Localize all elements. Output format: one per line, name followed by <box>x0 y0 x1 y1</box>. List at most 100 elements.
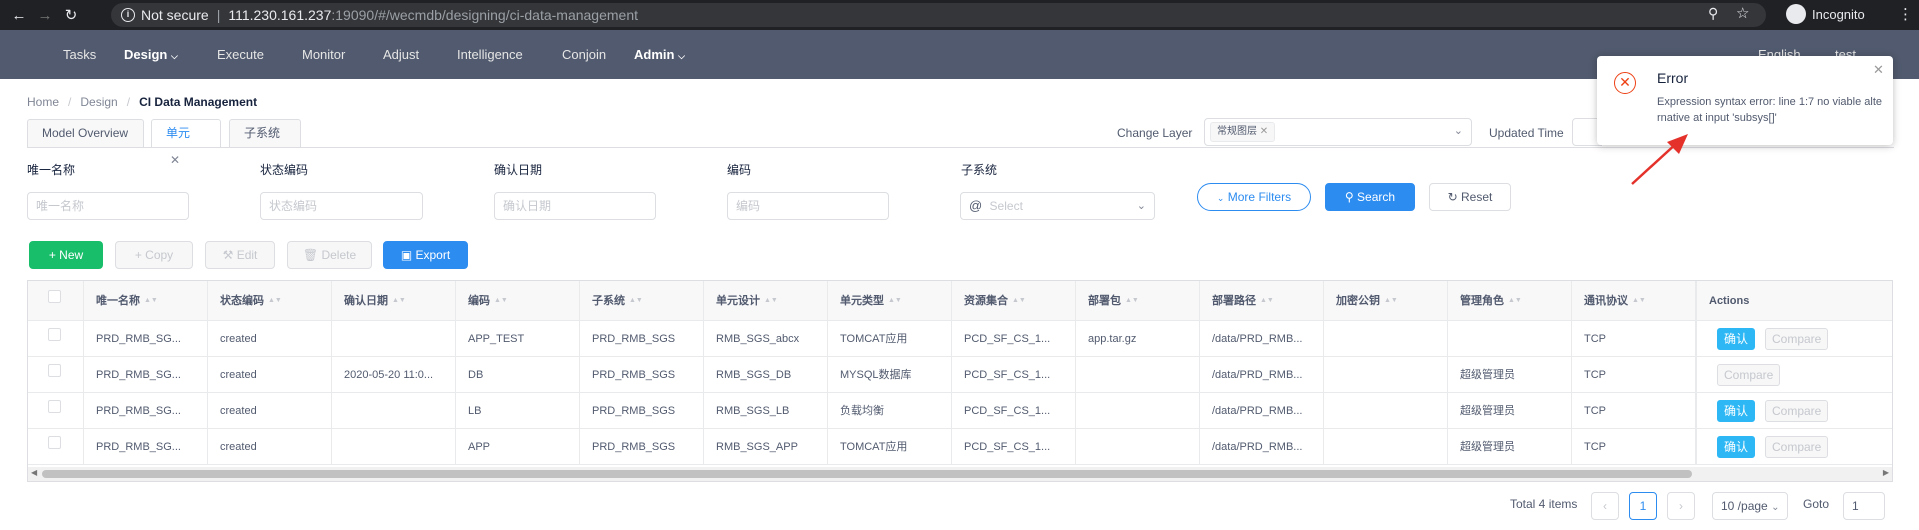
table-cell: MYSQL数据库 <box>828 357 952 393</box>
nav-admin[interactable]: Admin ⌵ <box>634 47 685 62</box>
select-all-checkbox[interactable] <box>48 290 61 303</box>
sort-icon: ▲▼ <box>1632 297 1646 305</box>
next-page-button[interactable]: › <box>1667 492 1695 520</box>
table-cell: /data/PRD_RMB... <box>1200 321 1324 357</box>
back-icon[interactable]: ← <box>8 4 30 26</box>
reload-icon[interactable]: ↻ <box>60 4 82 26</box>
nav-design[interactable]: Design ⌵ <box>124 47 178 62</box>
page-number[interactable]: 1 <box>1629 492 1657 520</box>
search-button[interactable]: ⚲ Search <box>1325 183 1415 211</box>
column-header[interactable]: 子系统 ▲▼ <box>580 281 704 321</box>
tab-subsystem[interactable]: 子系统 <box>229 119 301 147</box>
column-header[interactable]: 部署路径 ▲▼ <box>1200 281 1324 321</box>
tab-model-overview[interactable]: Model Overview <box>27 119 144 147</box>
column-header[interactable]: 状态编码 ▲▼ <box>208 281 332 321</box>
table-cell: PCD_SF_CS_1... <box>952 321 1076 357</box>
nav-conjoin[interactable]: Conjoin <box>562 47 606 62</box>
scroll-left-icon[interactable]: ◀ <box>31 468 37 477</box>
row-checkbox[interactable] <box>48 328 61 341</box>
compare-button[interactable]: Compare <box>1717 364 1781 386</box>
nav-tasks[interactable]: Tasks <box>63 47 96 62</box>
nav-adjust[interactable]: Adjust <box>383 47 419 62</box>
confirm-button[interactable]: 确认 <box>1717 400 1756 422</box>
address-bar[interactable]: i Not secure | 111.230.161.237:19090/#/w… <box>111 3 1766 27</box>
layer-tag[interactable]: 常规图层 ✕ <box>1210 122 1276 142</box>
row-checkbox[interactable] <box>48 364 61 377</box>
table-cell: TCP <box>1572 357 1696 393</box>
compare-button[interactable]: Compare <box>1765 400 1829 422</box>
confirm-button[interactable]: 确认 <box>1717 436 1756 458</box>
column-header[interactable]: 单元设计 ▲▼ <box>704 281 828 321</box>
tab-unit[interactable]: 单元 ✕ <box>151 119 221 167</box>
breadcrumb-design[interactable]: Design <box>80 95 117 109</box>
confirm-button[interactable]: 确认 <box>1717 328 1756 350</box>
goto-label: Goto <box>1803 497 1830 511</box>
column-header[interactable]: 确认日期 ▲▼ <box>332 281 456 321</box>
data-table: 唯一名称 ▲▼ 状态编码 ▲▼ 确认日期 ▲▼ 编码 ▲▼ 子系统 ▲▼ 单元设计 ▲▼ 单… <box>27 280 1893 482</box>
confirm-date-input[interactable]: 确认日期 <box>494 192 656 220</box>
row-checkbox[interactable] <box>48 436 61 449</box>
incognito-indicator[interactable]: Incognito <box>1786 4 1865 24</box>
edit-button[interactable]: ⚒ Edit <box>205 241 275 269</box>
horizontal-scrollbar[interactable]: ◀ ▶ <box>28 467 1892 481</box>
actions-cell: 确认 Compare <box>1696 321 1892 357</box>
column-header[interactable]: 单元类型 ▲▼ <box>828 281 952 321</box>
page-size-select[interactable]: 10 /page ⌄ <box>1712 492 1788 520</box>
breadcrumb-home[interactable]: Home <box>27 95 59 109</box>
table-cell: 负载均衡 <box>828 393 952 429</box>
nav-monitor[interactable]: Monitor <box>302 47 345 62</box>
close-icon[interactable]: ✕ <box>170 153 180 167</box>
table-cell: PRD_RMB_SG... <box>84 357 208 393</box>
change-layer-label: Change Layer <box>1117 126 1193 140</box>
column-header[interactable]: 唯一名称 ▲▼ <box>84 281 208 321</box>
chevron-down-icon: ⌄ <box>1771 502 1780 513</box>
close-icon[interactable]: ✕ <box>1260 126 1268 137</box>
compare-button[interactable]: Compare <box>1765 436 1829 458</box>
zoom-icon[interactable]: ⚲ <box>1708 5 1718 22</box>
incognito-icon <box>1786 4 1806 24</box>
sort-icon: ▲▼ <box>629 297 643 305</box>
breadcrumb-current: CI Data Management <box>139 95 258 109</box>
unique-name-input[interactable]: 唯一名称 <box>27 192 189 220</box>
column-header[interactable]: 通讯协议 ▲▼ <box>1572 281 1696 321</box>
delete-button[interactable]: 🗑 Delete <box>287 241 372 269</box>
column-header[interactable]: 加密公钥 ▲▼ <box>1324 281 1448 321</box>
nav-intelligence[interactable]: Intelligence <box>457 47 523 62</box>
menu-kebab-icon[interactable]: ⋮ <box>1898 5 1913 23</box>
table-cell: PCD_SF_CS_1... <box>952 393 1076 429</box>
table-cell: DB <box>456 357 580 393</box>
table-cell: 2020-05-20 11:0... <box>332 357 456 393</box>
code-input[interactable]: 编码 <box>727 192 889 220</box>
scrollbar-thumb[interactable] <box>42 470 1692 478</box>
nav-execute[interactable]: Execute <box>217 47 264 62</box>
export-button[interactable]: ▣ Export <box>383 241 468 269</box>
layer-select[interactable]: 常规图层 ✕ ⌄ <box>1204 118 1472 146</box>
subsystem-select[interactable]: @ Select ⌄ <box>960 192 1155 220</box>
scroll-right-icon[interactable]: ▶ <box>1883 468 1889 477</box>
column-header[interactable]: 部署包 ▲▼ <box>1076 281 1200 321</box>
sort-icon: ▲▼ <box>1012 297 1026 305</box>
reset-button[interactable]: ↻ Reset <box>1429 183 1511 211</box>
close-icon[interactable]: ✕ <box>1873 62 1884 78</box>
state-code-input[interactable]: 状态编码 <box>260 192 423 220</box>
compare-button[interactable]: Compare <box>1765 328 1829 350</box>
table-cell: PRD_RMB_SGS <box>580 429 704 465</box>
table-cell: TCP <box>1572 429 1696 465</box>
prev-page-button[interactable]: ‹ <box>1591 492 1619 520</box>
copy-button[interactable]: + Copy <box>115 241 193 269</box>
more-filters-button[interactable]: ⌄ More Filters <box>1197 183 1311 211</box>
table-cell: PRD_RMB_SGS <box>580 393 704 429</box>
actions-cell: Compare <box>1696 357 1892 393</box>
column-header[interactable]: 资源集合 ▲▼ <box>952 281 1076 321</box>
info-icon[interactable]: i <box>121 8 135 22</box>
new-button[interactable]: + New <box>29 241 103 269</box>
row-checkbox[interactable] <box>48 400 61 413</box>
column-header[interactable]: 编码 ▲▼ <box>456 281 580 321</box>
goto-input[interactable]: 1 <box>1843 492 1885 520</box>
column-header[interactable]: 管理角色 ▲▼ <box>1448 281 1572 321</box>
forward-icon[interactable]: → <box>34 4 56 26</box>
url-host: 111.230.161.237 <box>228 7 332 23</box>
table-cell: 超级管理员 <box>1448 429 1572 465</box>
table-cell: created <box>208 393 332 429</box>
bookmark-star-icon[interactable]: ☆ <box>1736 4 1749 22</box>
